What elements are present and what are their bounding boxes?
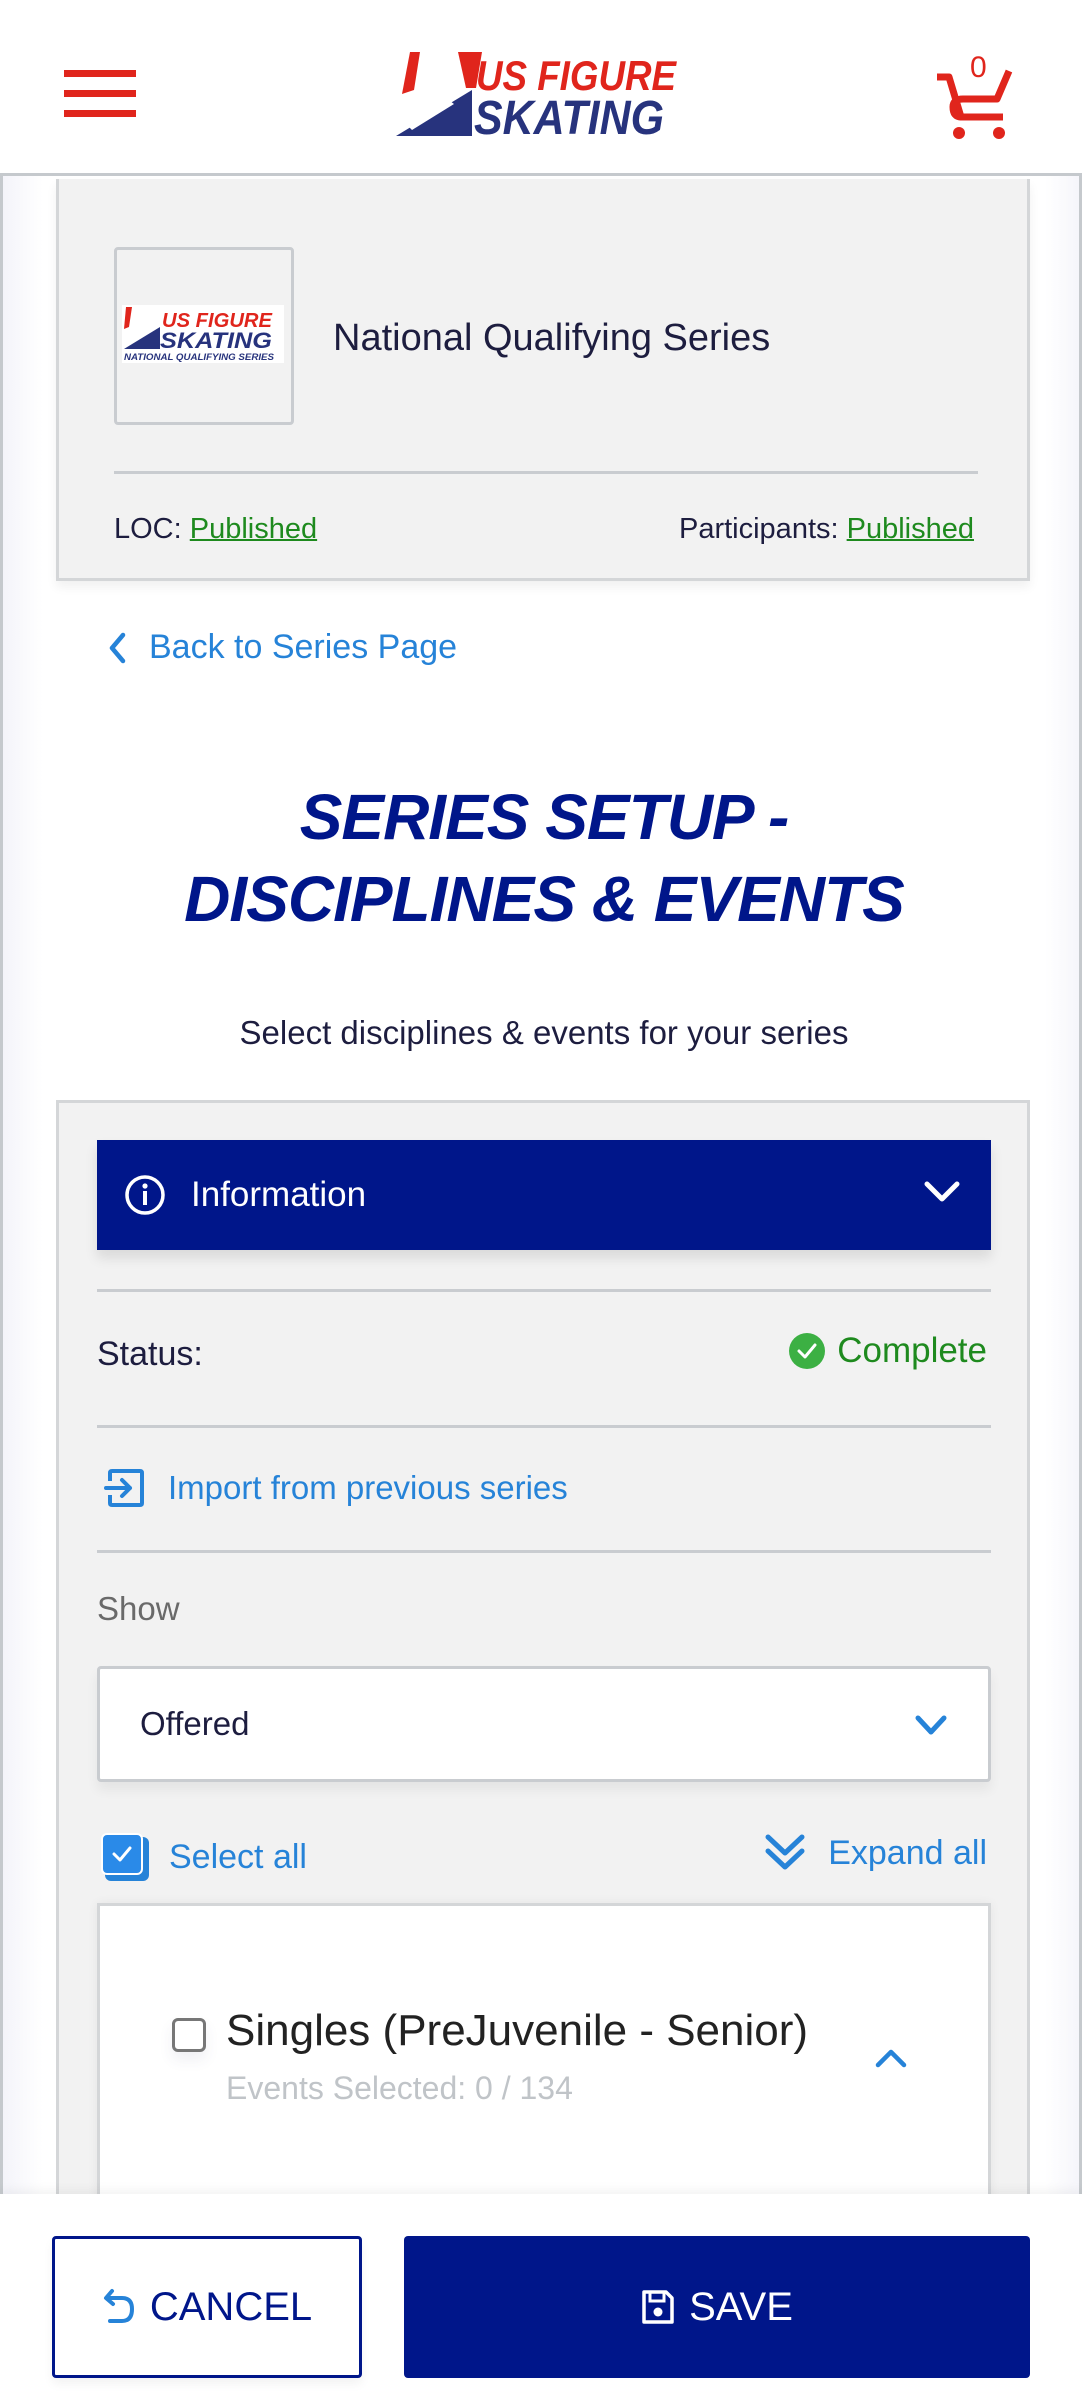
expand-all-button[interactable]: Expand all [764, 1833, 987, 1873]
page-subtitle: Select disciplines & events for your ser… [239, 1014, 849, 1051]
discipline-checkbox[interactable] [172, 2018, 206, 2052]
loc-label: LOC: [114, 513, 182, 545]
checkbox-checked-icon[interactable] [101, 1833, 149, 1881]
status-complete-text: Complete [837, 1331, 987, 1370]
participants-status: Participants: Published [679, 513, 974, 546]
participants-published-link[interactable]: Published [847, 513, 974, 545]
disciplines-panel: Information Status: Complete Import from… [56, 1100, 1030, 2303]
double-chevron-down-icon [765, 1834, 805, 1870]
chevron-down-icon [915, 1715, 947, 1735]
page-title: SERIES SETUP - DISCIPLINES & EVENTS [3, 776, 1082, 940]
divider [97, 1550, 991, 1553]
page-content: US FIGURE SKATING NATIONAL QUALIFYING SE… [0, 176, 1082, 2303]
chevron-left-icon [109, 632, 126, 663]
save-label: SAVE [689, 2284, 793, 2329]
back-link-label: Back to Series Page [149, 628, 458, 666]
information-label: Information [191, 1175, 367, 1214]
us-figure-skating-logo[interactable]: US FIGURE SKATING [396, 50, 686, 145]
top-header: US FIGURE SKATING 0 [0, 0, 1082, 176]
import-label: Import from previous series [168, 1469, 568, 1506]
back-to-series-link[interactable]: Back to Series Page [107, 628, 457, 667]
thumb-line3: NATIONAL QUALIFYING SERIES [124, 352, 274, 362]
divider [97, 1289, 991, 1292]
show-filter-select[interactable]: Offered [97, 1666, 991, 1782]
thumb-line2: SKATING [160, 328, 272, 353]
divider [114, 471, 978, 474]
series-thumbnail: US FIGURE SKATING NATIONAL QUALIFYING SE… [114, 247, 294, 425]
save-button[interactable]: SAVE [404, 2236, 1030, 2378]
show-filter-value: Offered [140, 1705, 250, 1742]
page-title-line2: DISCIPLINES & EVENTS [184, 863, 905, 935]
participants-label: Participants: [678, 513, 839, 545]
series-name: National Qualifying Series [333, 317, 771, 359]
select-all-label: Select all [169, 1837, 307, 1876]
loc-status: LOC: Published [114, 513, 317, 546]
status-value: Complete [789, 1331, 987, 1371]
page-title-line1: SERIES SETUP - [299, 781, 790, 853]
status-label: Status: [97, 1335, 203, 1373]
cancel-label: CANCEL [149, 2284, 313, 2329]
information-accordion[interactable]: Information [97, 1140, 991, 1250]
divider [97, 1425, 991, 1428]
cart-count-badge: 0 [970, 51, 987, 84]
save-disk-icon [642, 2290, 674, 2324]
cancel-button[interactable]: CANCEL [52, 2236, 362, 2378]
undo-icon [103, 2289, 134, 2323]
info-icon [125, 1175, 165, 1215]
discipline-title: Singles (PreJuvenile - Senior) [226, 2006, 809, 2055]
logo-line2: SKATING [474, 92, 664, 140]
chevron-up-icon[interactable] [874, 2046, 908, 2070]
expand-all-label: Expand all [828, 1833, 987, 1872]
shopping-cart-icon[interactable]: 0 [935, 51, 1015, 140]
show-filter-label: Show [97, 1590, 180, 1627]
chevron-down-icon [924, 1181, 960, 1202]
loc-published-link[interactable]: Published [190, 513, 317, 545]
discipline-events-selected: Events Selected: 0 / 134 [226, 2070, 573, 2106]
import-from-previous-series-link[interactable]: Import from previous series [104, 1467, 568, 1509]
check-circle-icon [789, 1333, 826, 1369]
hamburger-menu-icon[interactable] [64, 70, 136, 120]
series-card: US FIGURE SKATING NATIONAL QUALIFYING SE… [56, 179, 1030, 581]
import-icon [104, 1469, 144, 1507]
action-footer: CANCEL SAVE [0, 2194, 1082, 2402]
select-all-checkbox[interactable]: Select all [101, 1833, 307, 1881]
